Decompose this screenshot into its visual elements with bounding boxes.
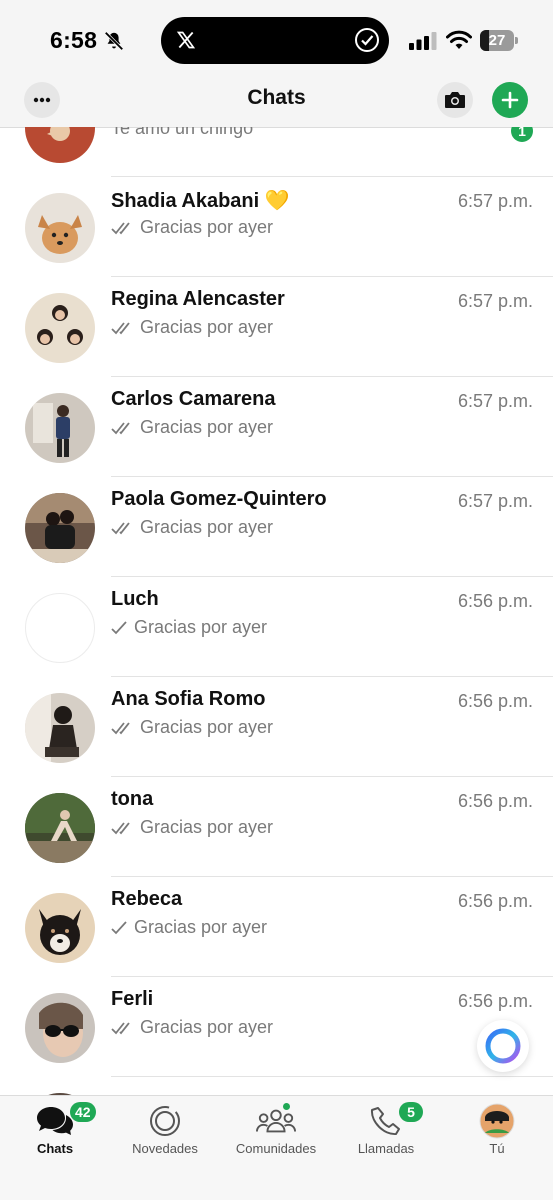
chat-row[interactable]: Paola Gomez-Quintero 6:57 p.m. Gracias p… <box>0 477 553 577</box>
avatar <box>25 593 95 663</box>
chat-time: 6:57 p.m. <box>457 191 533 211</box>
chat-preview: Gracias por ayer <box>111 1017 273 1038</box>
avatar <box>25 793 95 863</box>
chat-row[interactable]: Ana Sofia Romo 6:56 p.m. Gracias por aye… <box>0 677 553 777</box>
contact-name: Paola Gomez-Quintero <box>111 488 327 510</box>
contact-name: Regina Alencaster <box>111 288 285 310</box>
chats-header: Chats <box>0 80 553 128</box>
plus-icon <box>501 91 519 109</box>
double-check-icon <box>111 721 130 734</box>
battery-indicator: 27 <box>480 30 518 51</box>
double-check-icon <box>111 221 130 234</box>
chats-icon <box>35 1104 75 1138</box>
double-check-icon <box>111 321 130 334</box>
avatar <box>25 393 95 463</box>
chats-unread-badge: 42 <box>70 1102 96 1122</box>
avatar <box>25 993 95 1063</box>
contact-name: Ana Sofia Romo <box>111 688 266 710</box>
tab-label: Chats <box>36 1141 74 1156</box>
double-check-icon <box>111 1021 130 1034</box>
check-circle-icon <box>355 28 379 52</box>
single-check-icon <box>111 920 127 934</box>
tab-label: Comunidades <box>235 1141 317 1156</box>
bottom-tab-bar: 42 Chats Novedades Comunidades 5 Llamada… <box>0 1095 553 1200</box>
calls-badge: 5 <box>399 1102 423 1122</box>
chat-row[interactable]: Carlos Camarena 6:57 p.m. Gracias por ay… <box>0 377 553 477</box>
chat-row[interactable]: tona 6:56 p.m. Gracias por ayer <box>0 777 553 877</box>
tab-comunidades[interactable]: Comunidades <box>221 1096 331 1166</box>
battery-level: 27 <box>488 32 506 49</box>
tab-label: Novedades <box>132 1141 198 1156</box>
tab-label: Tú <box>489 1141 505 1156</box>
camera-icon <box>445 92 465 108</box>
wifi-icon <box>446 30 472 49</box>
chat-time: 6:57 p.m. <box>457 491 533 511</box>
chat-time: 6:57 p.m. <box>457 391 533 411</box>
chat-row[interactable]: Shadia Akabani 💛 6:57 p.m. Gracias por a… <box>0 177 553 277</box>
chat-time: 6:56 p.m. <box>457 591 533 611</box>
avatar <box>25 193 95 263</box>
double-check-icon <box>111 421 130 434</box>
contact-name: Carlos Camarena <box>111 388 276 410</box>
x-logo-icon <box>176 31 196 49</box>
updates-icon <box>145 1104 185 1138</box>
communities-icon <box>256 1104 296 1138</box>
single-check-icon <box>111 620 127 634</box>
tab-novedades[interactable]: Novedades <box>110 1096 291 1166</box>
chat-time: 6:56 p.m. <box>457 991 533 1011</box>
tab-tu[interactable]: Tú <box>442 1096 552 1166</box>
chat-preview: Gracias por ayer <box>111 917 267 938</box>
avatar <box>25 493 95 563</box>
chat-time: 6:56 p.m. <box>457 691 533 711</box>
tab-chats[interactable]: 42 Chats <box>0 1096 110 1166</box>
meta-ai-button[interactable] <box>477 1020 529 1072</box>
avatar <box>25 693 95 763</box>
chat-row[interactable] <box>0 1077 553 1095</box>
chat-row[interactable]: Rebeca 6:56 p.m. Gracias por ayer <box>0 877 553 977</box>
chat-list: Te amo un chingo 1 Shadia Akabani 💛 6:57… <box>0 127 553 1095</box>
contact-name: tona <box>111 788 154 810</box>
avatar <box>25 893 95 963</box>
chat-time: 6:56 p.m. <box>457 791 533 811</box>
camera-button[interactable] <box>437 82 473 118</box>
chat-row[interactable]: Regina Alencaster 6:57 p.m. Gracias por … <box>0 277 553 377</box>
contact-name: Ferli <box>111 988 154 1010</box>
chat-preview: Gracias por ayer <box>111 417 273 438</box>
chat-preview: Gracias por ayer <box>111 217 273 238</box>
chat-row[interactable]: Luch 6:56 p.m. Gracias por ayer <box>0 577 553 677</box>
double-check-icon <box>111 521 130 534</box>
status-bar: 6:58 27 <box>0 0 553 80</box>
new-chat-button[interactable] <box>492 82 528 118</box>
profile-avatar <box>477 1103 517 1139</box>
chat-preview: Gracias por ayer <box>111 517 273 538</box>
chat-time: 6:56 p.m. <box>457 891 533 911</box>
contact-name: Luch <box>111 588 159 610</box>
double-check-icon <box>111 821 130 834</box>
contact-name: Rebeca <box>111 888 183 910</box>
tab-label: Llamadas <box>357 1141 415 1156</box>
chat-preview: Gracias por ayer <box>111 817 273 838</box>
avatar <box>25 127 95 163</box>
chat-preview: Te amo un chingo <box>111 127 254 138</box>
chat-preview: Gracias por ayer <box>111 317 273 338</box>
tab-llamadas[interactable]: 5 Llamadas <box>331 1096 441 1166</box>
unread-badge: 1 <box>511 127 533 142</box>
cellular-signal-icon <box>409 32 437 50</box>
chat-preview: Gracias por ayer <box>111 717 273 738</box>
chat-preview: Gracias por ayer <box>111 617 267 638</box>
chat-time: 6:57 p.m. <box>457 291 533 311</box>
chat-row[interactable]: Te amo un chingo 1 <box>0 127 553 177</box>
chat-row[interactable]: Ferli 6:56 p.m. Gracias por ayer <box>0 977 553 1077</box>
contact-name: Shadia Akabani 💛 <box>111 190 290 212</box>
status-time: 6:58 <box>50 27 98 53</box>
bell-off-icon <box>104 31 124 51</box>
meta-ai-ring-icon <box>485 1028 521 1064</box>
avatar <box>25 293 95 363</box>
